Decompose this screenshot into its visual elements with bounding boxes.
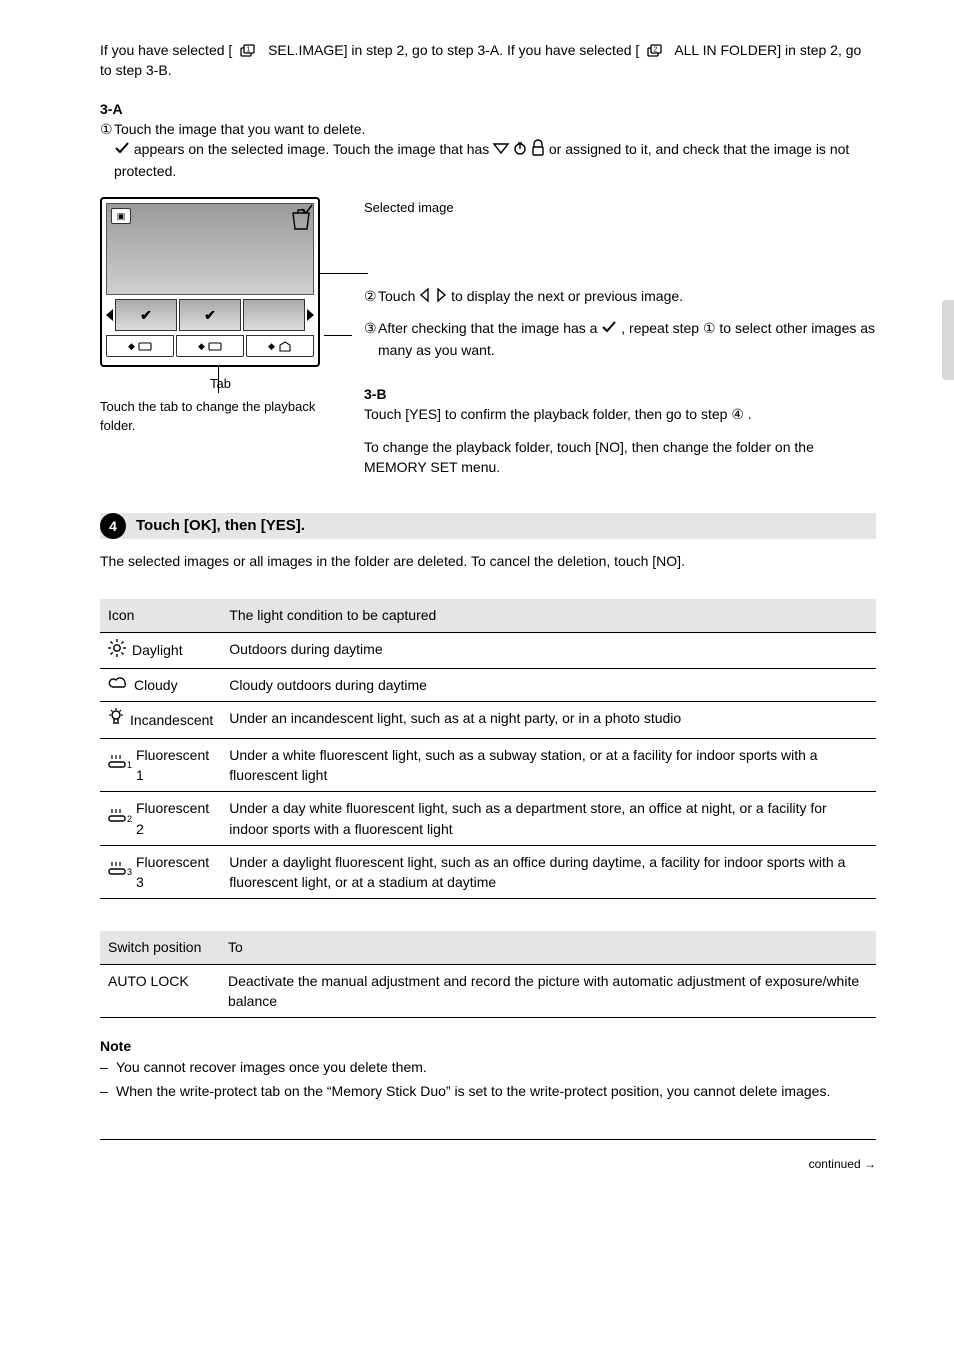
side-tab bbox=[942, 300, 954, 380]
caption-selected-image: Selected image bbox=[364, 199, 876, 218]
page-divider bbox=[100, 1139, 876, 1140]
table-row: Incandescent Under an incandescent light… bbox=[100, 702, 876, 738]
svg-text:3: 3 bbox=[127, 867, 132, 877]
continued-footer: continued → bbox=[100, 1156, 876, 1173]
step-4-title: Touch [OK], then [YES]. bbox=[136, 515, 305, 537]
fluorescent-1-icon: 1 bbox=[108, 754, 130, 775]
note-label: Note bbox=[100, 1036, 876, 1056]
daylight-icon bbox=[108, 639, 126, 662]
table2-header-1: Switch position bbox=[100, 931, 220, 964]
circled-2-icon: ② bbox=[364, 286, 378, 308]
cloudy-icon bbox=[108, 675, 128, 695]
note-block: Note –You cannot recover images once you… bbox=[100, 1036, 876, 1101]
step-3b-sentence: Touch [YES] to confirm the playback fold… bbox=[364, 404, 876, 424]
circled-1-icon: ① bbox=[100, 119, 114, 182]
protected-timer-icon bbox=[513, 140, 527, 160]
trash-check-icon bbox=[288, 206, 314, 232]
folder-tab-1[interactable]: ◆ bbox=[106, 335, 174, 357]
sel-image-1-icon: 1 bbox=[236, 44, 264, 58]
step-3a-item-2: ② Touch to display the next or previous … bbox=[364, 286, 876, 308]
delete-screen-figure: ▣ ✔ ✔ ◆ ◆ ◆ bbox=[100, 197, 320, 367]
svg-text:2: 2 bbox=[654, 47, 658, 54]
table-row: 2 Fluorescent 2 Under a day white fluore… bbox=[100, 792, 876, 846]
svg-text:2: 2 bbox=[127, 814, 132, 824]
caption-tab-desc: Touch the tab to change the playback fol… bbox=[100, 398, 340, 436]
caption-tab: Tab bbox=[210, 375, 340, 394]
table-row: 3 Fluorescent 3 Under a daylight fluores… bbox=[100, 845, 876, 899]
table1-header-desc: The light condition to be captured bbox=[221, 599, 876, 632]
table-row: Cloudy Cloudy outdoors during daytime bbox=[100, 669, 876, 702]
checkmark-icon bbox=[114, 140, 130, 160]
step-3a-item-1: ① Touch the image that you want to delet… bbox=[100, 119, 876, 182]
step-4-number-icon: 4 bbox=[100, 513, 126, 539]
switch-position-table: Switch position To AUTO LOCK Deactivate … bbox=[100, 931, 876, 1018]
step-3a-label: 3-A bbox=[100, 99, 876, 119]
folder-tab-3[interactable]: ◆ bbox=[246, 335, 314, 357]
thumbnail-1[interactable]: ✔ bbox=[115, 299, 177, 331]
circled-4-inline-icon: ④ bbox=[731, 406, 744, 422]
folder-badge-icon: ▣ bbox=[111, 208, 131, 224]
left-right-arrows-icon bbox=[419, 287, 447, 308]
list-item: –You cannot recover images once you dele… bbox=[100, 1057, 876, 1077]
table-row: 1 Fluorescent 1 Under a white fluorescen… bbox=[100, 738, 876, 792]
incandescent-icon bbox=[108, 708, 124, 731]
checkmark-icon bbox=[601, 319, 617, 339]
circled-3-icon: ③ bbox=[364, 318, 378, 360]
step-4-desc: The selected images or all images in the… bbox=[100, 551, 876, 571]
protected-down-icon bbox=[493, 140, 509, 160]
step-3b-cancel: To change the playback folder, touch [NO… bbox=[364, 437, 876, 478]
fluorescent-3-icon: 3 bbox=[108, 861, 130, 882]
step-3a-item-3: ③ After checking that the image has a , … bbox=[364, 318, 876, 360]
sel-image-2-icon: 2 bbox=[643, 44, 671, 58]
thumbnail-2[interactable]: ✔ bbox=[179, 299, 241, 331]
thumbnail-3[interactable] bbox=[243, 299, 305, 331]
table2-header-2: To bbox=[220, 931, 876, 964]
step-3b-label: 3-B bbox=[364, 384, 876, 404]
table1-header-icon: Icon bbox=[100, 599, 221, 632]
light-condition-table: Icon The light condition to be captured … bbox=[100, 599, 876, 899]
folder-tab-2[interactable]: ◆ bbox=[176, 335, 244, 357]
table-row: AUTO LOCK Deactivate the manual adjustme… bbox=[100, 964, 876, 1018]
list-item: –When the write-protect tab on the “Memo… bbox=[100, 1081, 876, 1101]
fluorescent-2-icon: 2 bbox=[108, 808, 130, 829]
next-image-icon[interactable] bbox=[307, 309, 314, 321]
svg-text:1: 1 bbox=[127, 760, 132, 770]
prev-image-icon[interactable] bbox=[106, 309, 113, 321]
intro-paragraph: If you have selected [ 1 SEL.IMAGE] in s… bbox=[100, 40, 876, 81]
svg-text:1: 1 bbox=[247, 47, 251, 54]
table-row: Daylight Outdoors during daytime bbox=[100, 632, 876, 668]
protected-key-icon bbox=[531, 140, 545, 161]
step-4-bar: 4 Touch [OK], then [YES]. bbox=[100, 513, 876, 539]
